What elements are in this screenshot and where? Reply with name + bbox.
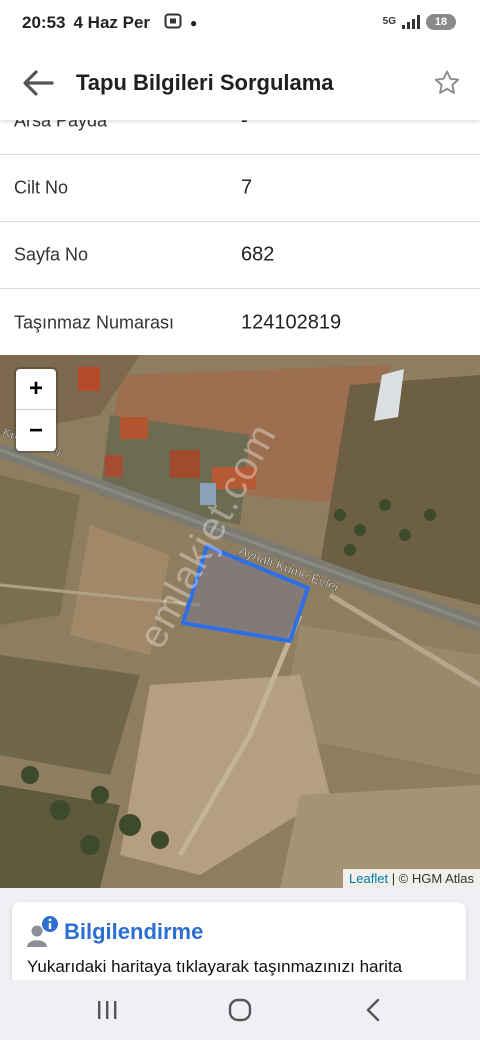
- status-date: 4 Haz Per: [73, 13, 151, 32]
- network-type: 5G: [382, 16, 396, 27]
- back-icon: [367, 998, 380, 1022]
- row-label: Taşınmaz Numarası: [14, 312, 175, 332]
- detail-list: Arsa Payda - Cilt No 7 Sayfa No 682 Taşı…: [0, 88, 480, 356]
- zoom-control: + −: [16, 369, 56, 451]
- back-nav-button[interactable]: [343, 990, 403, 1030]
- star-outline-icon: [434, 70, 460, 94]
- user-info-icon: [27, 916, 58, 947]
- home-button[interactable]: [210, 990, 270, 1030]
- row-value: 682: [241, 243, 275, 266]
- info-text: Yukarıdaki haritaya tıklayarak taşınmazı…: [27, 957, 403, 976]
- app-bar: Tapu Bilgileri Sorgulama: [0, 46, 480, 120]
- list-item: Taşınmaz Numarası 124102819: [0, 289, 480, 356]
- info-title: Bilgilendirme: [64, 919, 204, 944]
- battery-icon: 18: [426, 14, 456, 30]
- page-title: Tapu Bilgileri Sorgulama: [76, 70, 334, 95]
- arrow-left-icon: [23, 70, 54, 96]
- screen: 20:53 4 Haz Per ● 5G 18 Tapu Bilgileri S…: [0, 0, 480, 1040]
- list-item: Cilt No 7: [0, 155, 480, 222]
- zoom-in-button[interactable]: +: [16, 369, 56, 410]
- zoom-out-button[interactable]: −: [16, 410, 56, 451]
- dot-icon: ●: [190, 16, 198, 30]
- info-section: Bilgilendirme Yukarıdaki haritaya tıklay…: [0, 888, 480, 992]
- row-label: Sayfa No: [14, 244, 89, 265]
- status-right: 5G 18: [383, 14, 456, 30]
- row-label: Cilt No: [14, 177, 69, 198]
- signal-icon: [402, 15, 420, 29]
- map-view[interactable]: Aynalı Küme Evler Küme Evler emlakjet.co…: [0, 355, 480, 888]
- map-attribution: Leaflet | © HGM Atlas: [343, 869, 480, 888]
- recent-apps-icon: [97, 1001, 117, 1019]
- status-bar: 20:53 4 Haz Per ● 5G 18: [0, 0, 480, 46]
- screenshot-icon: [164, 13, 182, 33]
- info-card: Bilgilendirme Yukarıdaki haritaya tıklay…: [12, 902, 466, 992]
- status-time: 20:53: [22, 13, 66, 32]
- favorite-button[interactable]: [432, 68, 462, 98]
- recent-apps-button[interactable]: [77, 990, 137, 1030]
- attribution-text: | © HGM Atlas: [388, 871, 474, 886]
- leaflet-link[interactable]: Leaflet: [349, 871, 388, 886]
- home-icon: [228, 998, 252, 1022]
- list-item: Sayfa No 682: [0, 222, 480, 289]
- system-nav-bar: [0, 980, 480, 1040]
- row-value: 124102819: [241, 311, 342, 333]
- back-button[interactable]: [0, 46, 76, 120]
- battery-level: 18: [434, 16, 448, 28]
- row-value: 7: [241, 176, 253, 199]
